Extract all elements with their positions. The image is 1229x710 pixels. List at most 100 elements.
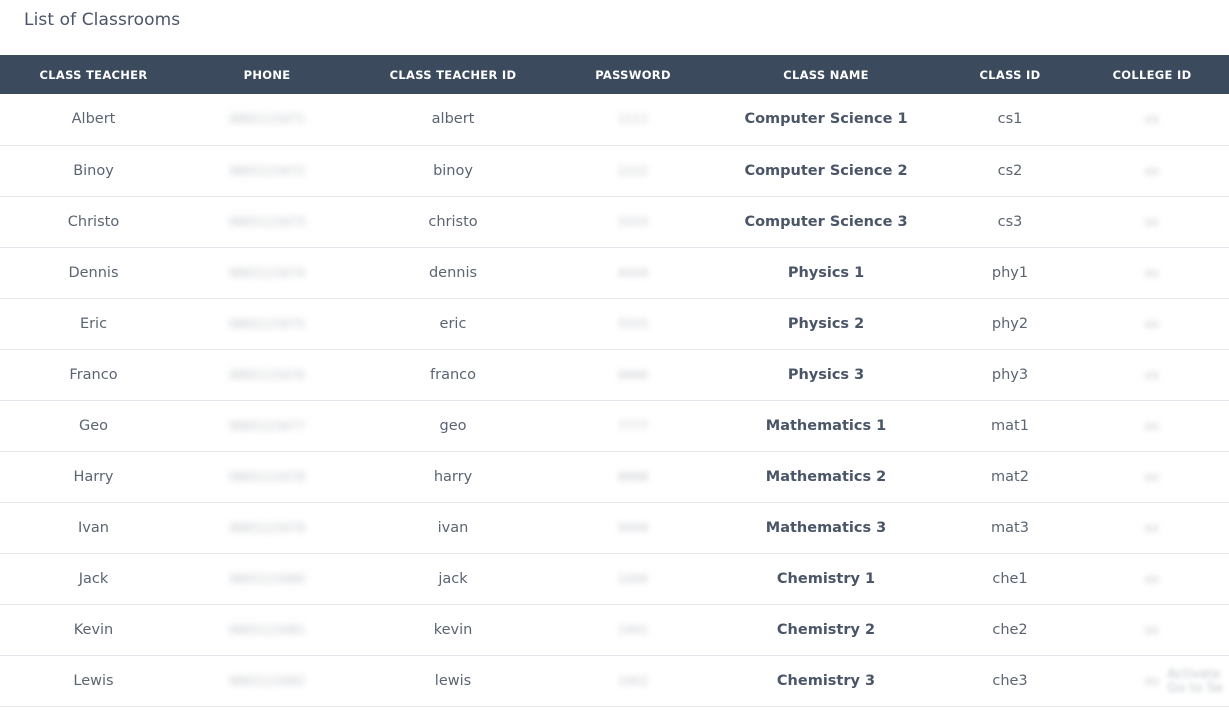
cell-college-id: ex [1075,502,1229,554]
cell-class-teacher-id: kevin [347,604,559,656]
cell-password-redacted-value: 3333 [617,214,649,229]
cell-class-name: Physics 3 [707,349,945,401]
table-body: Albert 9865123471 albert 1111 Computer Scien… [0,94,1229,707]
cell-college-id-redacted-value: ex [1144,316,1160,331]
cell-class-id: mat2 [945,451,1075,503]
cell-phone-redacted-value: 9865123476 [228,367,306,382]
table-row: Lewis 9865123482 lewis 1002 Chemistry 3 che3 e… [0,655,1229,707]
cell-college-id-redacted-value: ex [1144,163,1160,178]
cell-class-id: mat1 [945,400,1075,452]
cell-class-teacher: Lewis [0,655,187,707]
cell-class-id: che3 [945,655,1075,707]
cell-college-id-redacted-value: ex [1144,622,1160,637]
cell-class-id: che1 [945,553,1075,605]
cell-class-teacher-id: harry [347,451,559,503]
cell-college-id: ex [1075,145,1229,197]
classroom-list-page: List of Classrooms CLASS TEACHER PHONE CLA… [0,0,1229,710]
cell-college-id: ex [1075,247,1229,299]
cell-college-id-redacted-value: ex [1144,214,1160,229]
cell-phone-redacted-value: 9865123473 [228,214,306,229]
cell-class-teacher-id: jack [347,553,559,605]
cell-password: 6666 [559,349,707,401]
cell-class-teacher: Binoy [0,145,187,197]
cell-class-teacher: Jack [0,553,187,605]
cell-college-id-redacted-value: ex [1144,112,1160,127]
table-row: Geo 9865123477 geo 7777 Mathematics 1 mat1 ex [0,400,1229,452]
cell-phone: 9865123478 [187,451,347,503]
cell-password: 1002 [559,655,707,707]
cell-password-redacted-value: 7777 [617,418,649,433]
cell-class-teacher: Kevin [0,604,187,656]
cell-college-id-redacted-value: ex [1144,367,1160,382]
cell-class-teacher-id: franco [347,349,559,401]
cell-class-teacher: Albert [0,94,187,146]
cell-college-id: ex [1075,298,1229,350]
cell-class-name: Computer Science 1 [707,94,945,146]
cell-class-name: Chemistry 3 [707,655,945,707]
column-header-class-id: CLASS ID [979,67,1041,82]
cell-phone: 9865123476 [187,349,347,401]
cell-phone-redacted-value: 9865123472 [228,163,306,178]
cell-password: 5555 [559,298,707,350]
cell-password: 2222 [559,145,707,197]
table-row: Kevin 9865123481 kevin 1001 Chemistry 2 che2 e… [0,604,1229,656]
cell-phone-redacted-value: 9865123479 [228,520,306,535]
cell-class-id: cs1 [945,94,1075,146]
table-row: Eric 9865123475 eric 5555 Physics 2 phy2 ex [0,298,1229,350]
cell-password: 4444 [559,247,707,299]
table-row: Ivan 9865123479 ivan 9999 Mathematics 3 mat3 e… [0,502,1229,554]
cell-class-name: Chemistry 2 [707,604,945,656]
cell-class-id: che2 [945,604,1075,656]
cell-class-teacher: Harry [0,451,187,503]
cell-college-id-redacted-value: ex [1144,265,1160,280]
cell-phone: 9865123475 [187,298,347,350]
table-row: Albert 9865123471 albert 1111 Computer Scien… [0,94,1229,146]
cell-college-id: ex [1075,196,1229,248]
table-row: Harry 9865123478 harry 8888 Mathematics 2 mat… [0,451,1229,503]
cell-class-id: phy3 [945,349,1075,401]
cell-phone-redacted-value: 9865123482 [228,673,306,688]
cell-class-id: cs3 [945,196,1075,248]
cell-password-redacted-value: 8888 [617,469,649,484]
cell-phone: 9865123477 [187,400,347,452]
activation-watermark: Activate Go to Se [1167,668,1223,696]
cell-class-name: Physics 1 [707,247,945,299]
cell-password: 9999 [559,502,707,554]
cell-password: 1001 [559,604,707,656]
cell-password: 3333 [559,196,707,248]
cell-class-teacher-id: geo [347,400,559,452]
cell-password-redacted-value: 1002 [617,673,649,688]
cell-class-teacher: Dennis [0,247,187,299]
cell-college-id-redacted-value: ex [1144,418,1160,433]
cell-password-redacted-value: 9999 [617,520,649,535]
cell-class-id: phy2 [945,298,1075,350]
table-row: Dennis 9865123474 dennis 4444 Physics 1 phy1 e… [0,247,1229,299]
cell-class-teacher-id: albert [347,94,559,146]
cell-password-redacted-value: 4444 [617,265,649,280]
page-title: List of Classrooms [24,10,181,30]
cell-college-id: ex [1075,400,1229,452]
cell-class-name: Mathematics 3 [707,502,945,554]
column-header-phone: PHONE [243,67,291,82]
cell-class-name: Computer Science 3 [707,196,945,248]
column-header-password: PASSWORD [595,67,671,82]
table-header: CLASS TEACHER PHONE CLASS TEACHER ID PASSWO… [0,55,1229,94]
cell-phone-redacted-value: 9865123481 [228,622,306,637]
column-header-college-id: COLLEGE ID [1112,67,1192,82]
cell-college-id: ex [1075,94,1229,146]
classroom-table-container: CLASS TEACHER PHONE CLASS TEACHER ID PASSWO… [0,55,1229,707]
cell-college-id-redacted-value: ex [1144,571,1160,586]
cell-class-teacher: Ivan [0,502,187,554]
column-header-class-name: CLASS NAME [783,67,869,82]
cell-phone-redacted-value: 9865123471 [228,112,306,127]
cell-class-teacher-id: lewis [347,655,559,707]
cell-phone-redacted-value: 9865123478 [228,469,306,484]
cell-phone: 9865123471 [187,94,347,146]
cell-college-id: ex [1075,349,1229,401]
cell-password-redacted-value: 1111 [617,112,649,127]
cell-password-redacted-value: 1001 [617,622,649,637]
cell-class-name: Mathematics 2 [707,451,945,503]
cell-class-id: mat3 [945,502,1075,554]
cell-class-id: phy1 [945,247,1075,299]
cell-class-id: cs2 [945,145,1075,197]
